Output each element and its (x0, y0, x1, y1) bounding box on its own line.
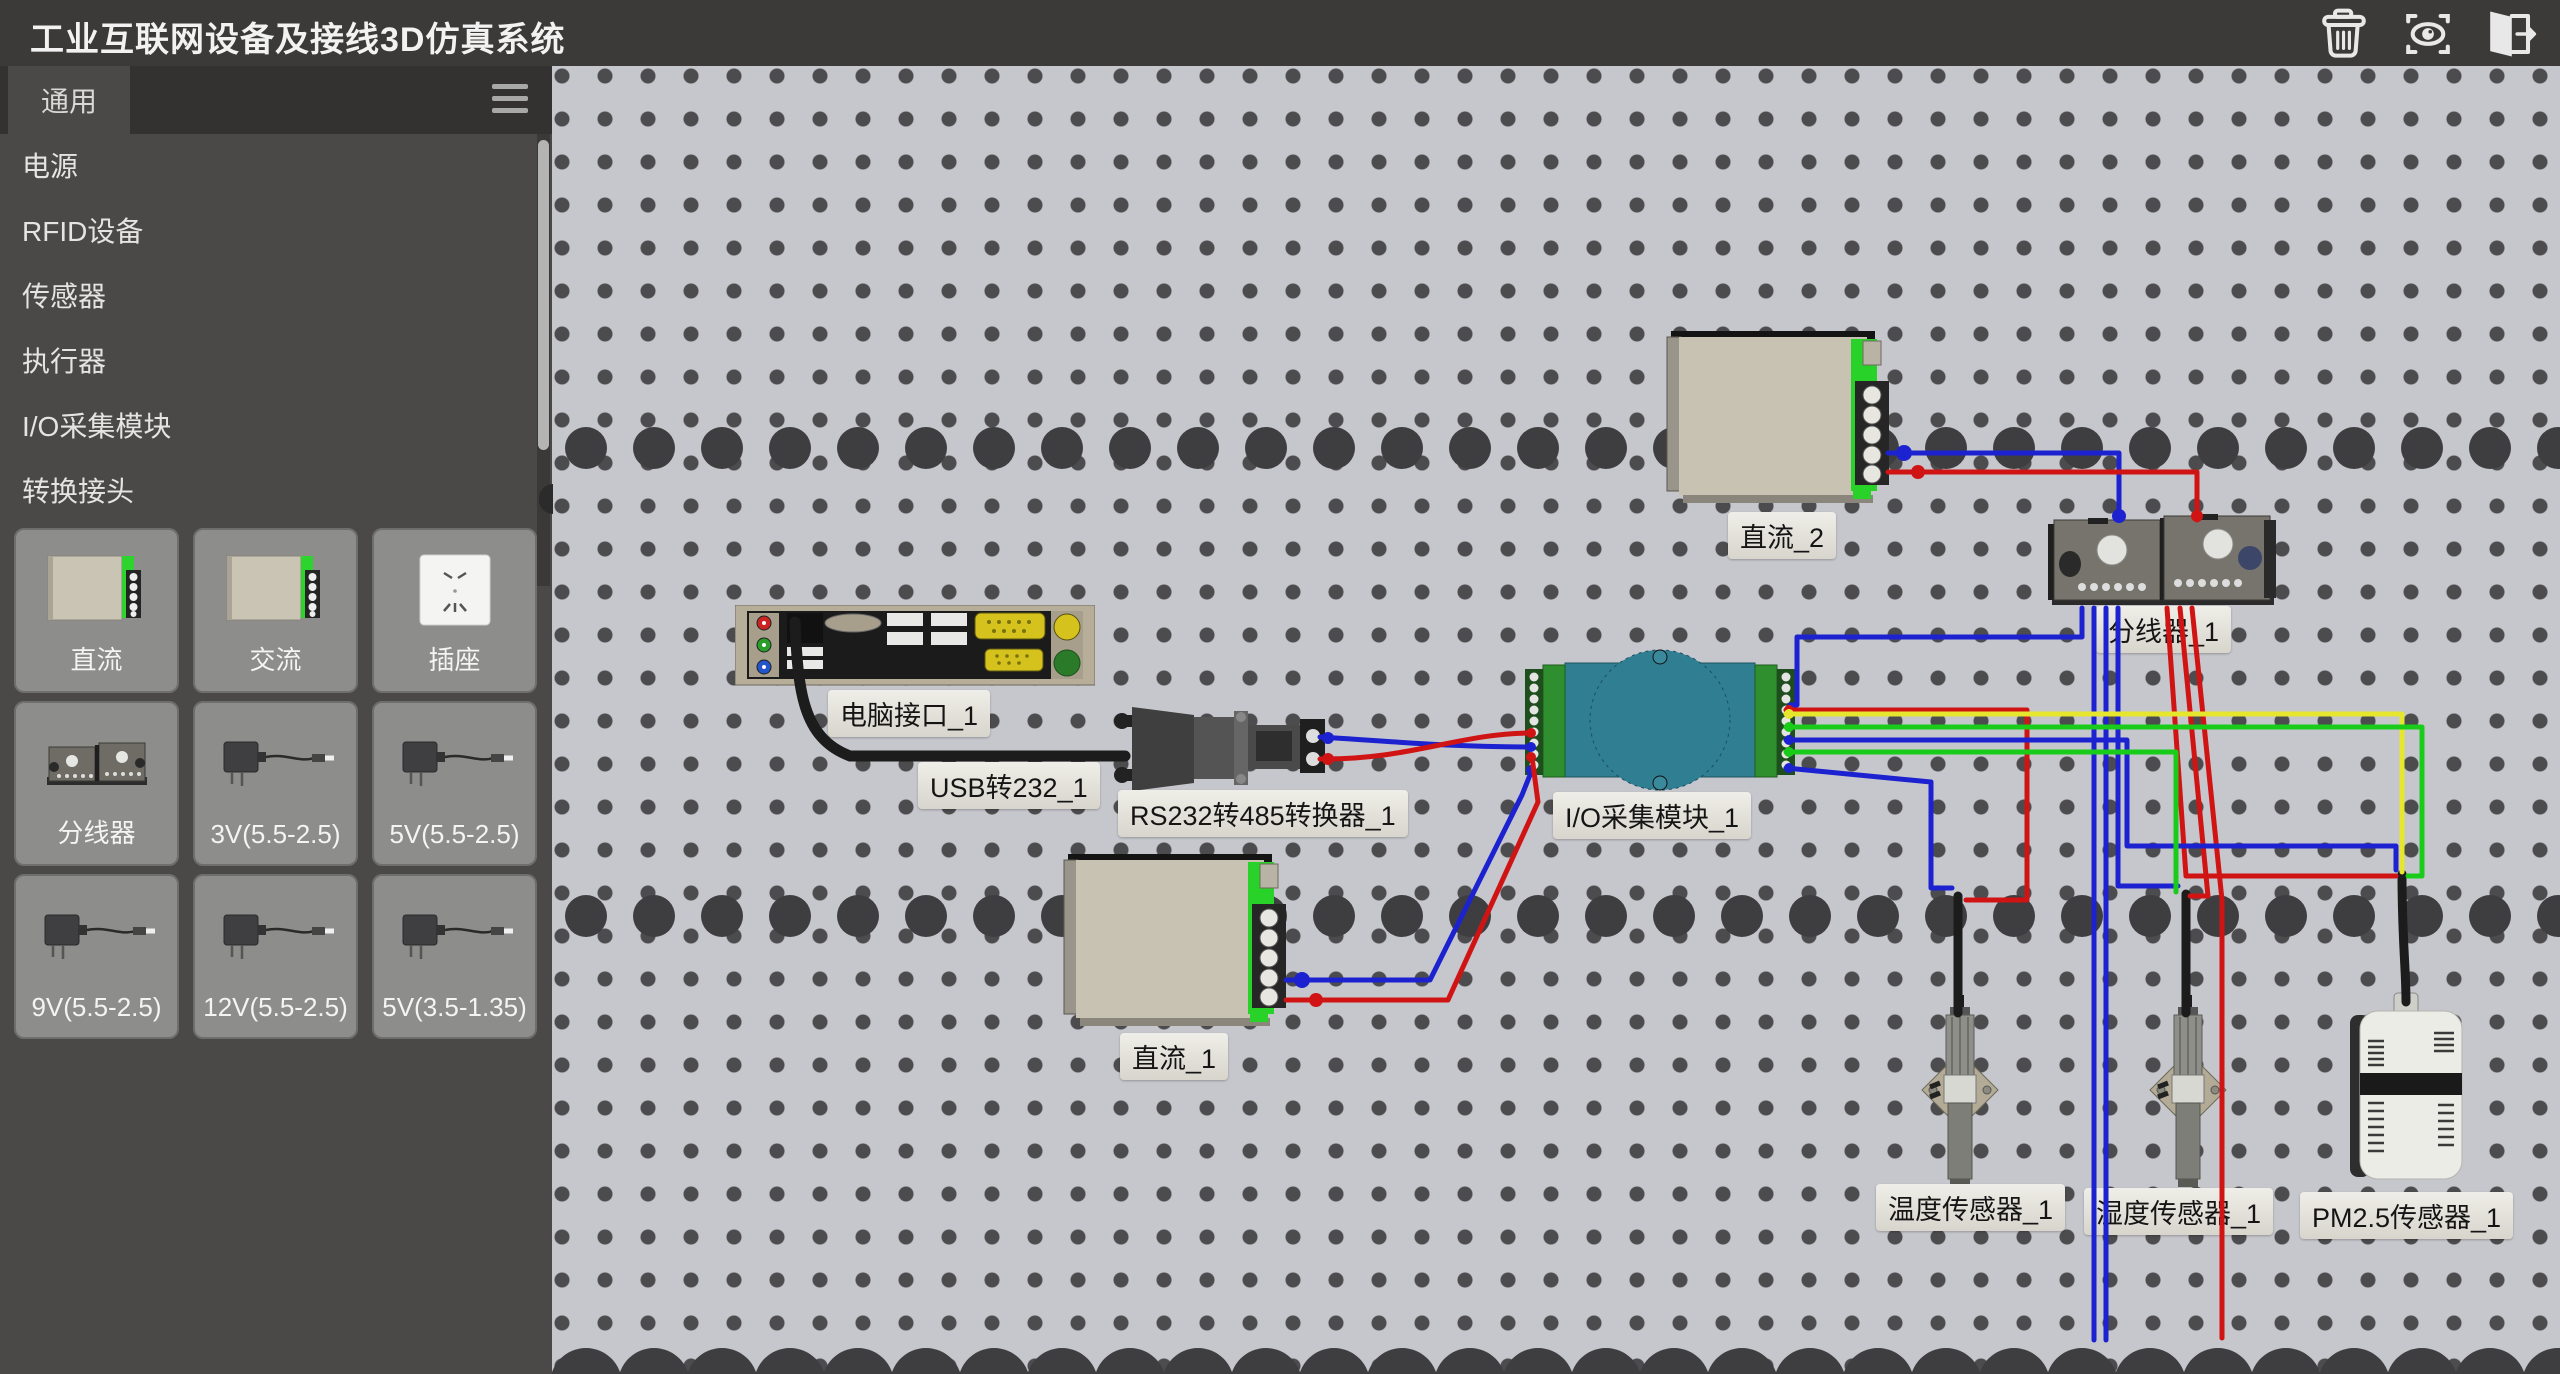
tab-general[interactable]: 通用 (8, 66, 130, 134)
palette-card-5v[interactable]: 5V(5.5-2.5) (372, 701, 537, 866)
wire-splitter-io-blue[interactable] (1790, 608, 2082, 705)
palette-card-12v[interactable]: 12V(5.5-2.5) (193, 874, 358, 1039)
trash-icon[interactable] (2312, 7, 2376, 61)
titlebar: 工业互联网设备及接线3D仿真系统 (0, 0, 2560, 66)
menu-item-adapter[interactable]: 转换接头 (0, 459, 536, 524)
adapter-thumbnail (195, 709, 356, 817)
adapter-thumbnail (374, 709, 535, 817)
device-palette: 直流 交流 插座 分线器 3V(5.5-2.5) 5V(5.5-2.5) (14, 528, 538, 1039)
psu-thumbnail (195, 536, 356, 644)
palette-card-9v[interactable]: 9V(5.5-2.5) (14, 874, 179, 1039)
sidebar-scrollbar-thumb[interactable] (538, 140, 549, 450)
wire-io-temp-red[interactable] (1784, 705, 2027, 900)
sidebar-tabstrip: 通用 (0, 66, 552, 134)
palette-card-socket[interactable]: 插座 (372, 528, 537, 693)
adapter-thumbnail (374, 882, 535, 990)
menu-item-rfid[interactable]: RFID设备 (0, 199, 536, 264)
wire-io-temp-blue[interactable] (1784, 763, 1952, 888)
app-window: 直流_2 分线器_1 电脑接口_1 USB转232_1 RS232转485转换器… (0, 0, 2560, 1374)
cable-pm25-sensor[interactable] (2402, 874, 2406, 1002)
adapter-thumbnail (16, 882, 177, 990)
cable-pc-usb232[interactable] (795, 622, 1125, 756)
sidebar: 通用 电源 RFID设备 传感器 执行器 I/O采集模块 转换接头 直流 交流 (0, 66, 552, 1374)
wire-dc1-io-blue[interactable] (1286, 765, 1536, 988)
adapter-thumbnail (195, 882, 356, 990)
palette-card-5v-135[interactable]: 5V(3.5-1.35) (372, 874, 537, 1039)
exit-door-icon[interactable] (2478, 7, 2542, 61)
palette-card-dc[interactable]: 直流 (14, 528, 179, 693)
category-menu: 电源 RFID设备 传感器 执行器 I/O采集模块 转换接头 (0, 134, 536, 524)
menu-item-sensor[interactable]: 传感器 (0, 264, 536, 329)
palette-card-ac[interactable]: 交流 (193, 528, 358, 693)
preview-eye-icon[interactable] (2396, 7, 2460, 61)
palette-card-3v[interactable]: 3V(5.5-2.5) (193, 701, 358, 866)
palette-card-splitter[interactable]: 分线器 (14, 701, 179, 866)
wire-io-pm25-blue[interactable] (1784, 735, 2396, 870)
wire-dc2-splitter-blue[interactable] (1888, 445, 2126, 523)
wire-splitter-down-red[interactable] (2192, 608, 2222, 1338)
menu-item-io-module[interactable]: I/O采集模块 (0, 394, 536, 459)
app-title: 工业互联网设备及接线3D仿真系统 (30, 12, 565, 61)
menu-item-power[interactable]: 电源 (0, 134, 536, 199)
wire-dc1-io-red[interactable] (1286, 752, 1538, 1007)
menu-hamburger-icon[interactable] (492, 84, 532, 118)
socket-thumbnail (374, 536, 535, 644)
menu-item-actuator[interactable]: 执行器 (0, 329, 536, 394)
wire-io-pm25-green[interactable] (1784, 722, 2422, 876)
splitter-thumbnail (16, 709, 177, 817)
psu-thumbnail (16, 536, 177, 644)
wire-dc2-splitter-red[interactable] (1888, 465, 2203, 522)
